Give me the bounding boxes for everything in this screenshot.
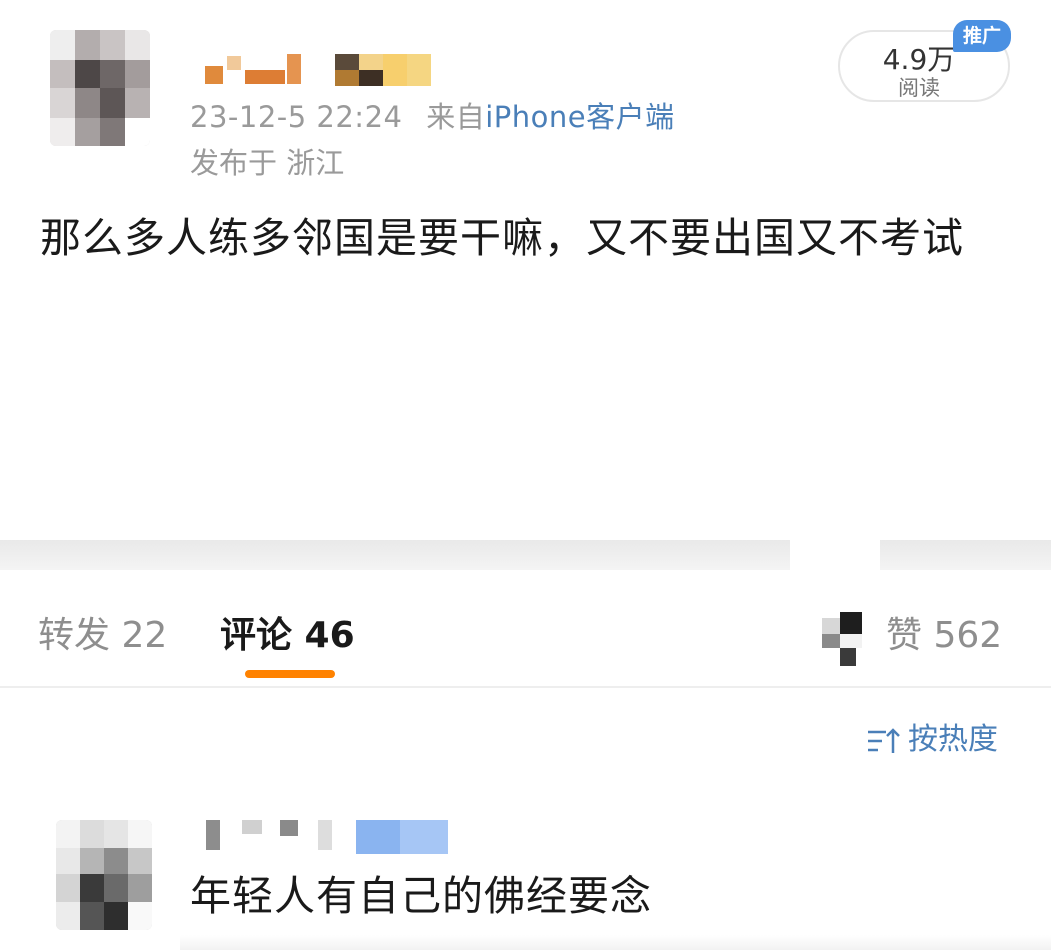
sort-icon [868,727,900,753]
source-prefix: 来自 [426,100,486,134]
liker-avatar[interactable] [822,612,866,668]
commenter-name[interactable] [200,818,450,854]
tab-comments[interactable]: 评论 46 [220,606,355,658]
tabs-divider [0,686,1051,688]
next-item-edge [180,935,1051,950]
post-timestamp: 23-12-5 22:24 [190,100,403,134]
divider-notch [790,540,880,570]
section-divider [0,540,1051,570]
read-label: 阅读 [898,76,940,100]
post-meta: 23-12-5 22:24 来自iPhone客户端 [190,94,675,136]
sort-label: 按热度 [908,722,998,757]
author-avatar[interactable] [50,30,150,146]
tab-repost[interactable]: 转发 22 [38,606,167,658]
post-content[interactable]: 那么多人练多邻国是要干嘛，又不要出国又不考试 [40,210,990,266]
commenter-avatar[interactable] [56,820,152,930]
comment-content[interactable]: 年轻人有自己的佛经要念 [190,862,652,922]
post-source[interactable]: iPhone客户端 [485,100,674,134]
active-tab-indicator [245,670,335,678]
sort-by-hot-button[interactable]: 按热度 [866,714,998,757]
promo-badge: 推广 [953,20,1011,52]
tab-likes[interactable]: 赞 562 [886,606,1002,658]
author-name[interactable] [205,50,435,90]
post-location: 发布于 浙江 [190,146,345,180]
